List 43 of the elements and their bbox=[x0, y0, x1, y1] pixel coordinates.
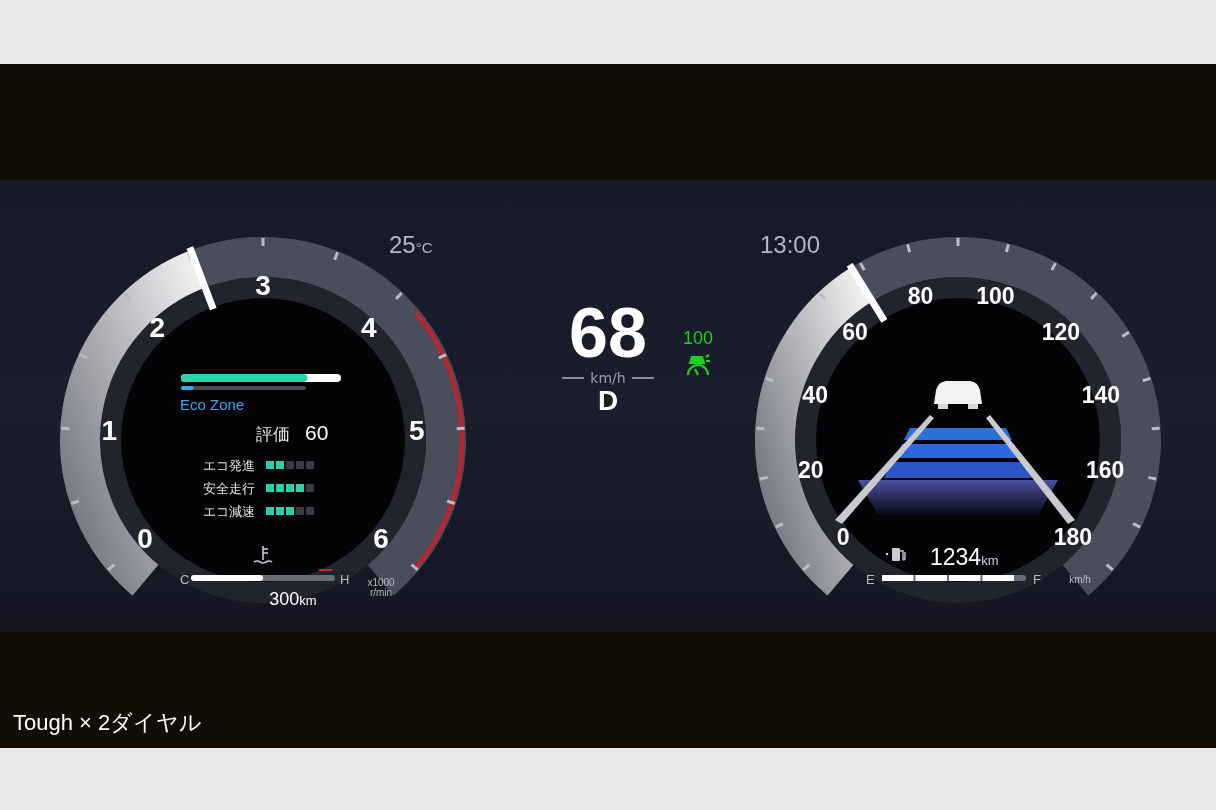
dial-number: 0 bbox=[137, 523, 153, 554]
rpm-unit: r/min bbox=[369, 587, 393, 598]
dial-number: 3 bbox=[255, 270, 271, 301]
speed-needle bbox=[846, 262, 888, 323]
speed-unit: km/h bbox=[590, 370, 626, 386]
dial-number: 160 bbox=[1086, 456, 1125, 483]
rating-label: 安全走行 bbox=[203, 481, 255, 496]
score-label: 評価 bbox=[256, 424, 290, 444]
dial-number: 0 bbox=[836, 524, 850, 551]
coolant-icon bbox=[253, 545, 273, 564]
dial-number: 180 bbox=[1053, 524, 1093, 551]
cold-label: C bbox=[180, 572, 190, 587]
dial-number: 5 bbox=[408, 415, 425, 447]
dial-number: 40 bbox=[802, 382, 828, 409]
dial-number: 20 bbox=[798, 456, 824, 483]
dial-number: 140 bbox=[1081, 382, 1120, 409]
fuel-icon bbox=[885, 548, 906, 561]
dial-number: 120 bbox=[1041, 318, 1081, 345]
score-value: 60 bbox=[305, 421, 329, 444]
rating-label: エコ発進 bbox=[203, 458, 255, 473]
rpm-needle bbox=[186, 246, 217, 311]
dial-number: 2 bbox=[149, 312, 166, 343]
outside-temperature: 25°C bbox=[389, 231, 433, 258]
empty-label: E bbox=[866, 572, 875, 587]
dial-number: 80 bbox=[907, 282, 934, 309]
dial-number: 100 bbox=[976, 282, 1015, 309]
cruise-set-speed: 100 bbox=[683, 328, 714, 349]
dial-number: 4 bbox=[360, 312, 377, 343]
range-value: 300km bbox=[269, 589, 317, 609]
fuel-range: 1234km bbox=[930, 544, 999, 570]
rating-label: エコ減速 bbox=[203, 504, 255, 519]
full-label: F bbox=[1033, 572, 1041, 587]
gear-indicator: D bbox=[597, 386, 619, 417]
dial-number: 6 bbox=[373, 523, 389, 554]
eco-zone-label: Eco Zone bbox=[180, 396, 245, 413]
speed-value: 68 bbox=[569, 298, 647, 368]
clock: 13:00 bbox=[760, 231, 821, 258]
caption: Tough × 2ダイヤル bbox=[13, 709, 203, 737]
speed-unit: km/h bbox=[1069, 574, 1091, 585]
dial-number: 60 bbox=[842, 318, 868, 345]
hot-label: H bbox=[340, 572, 350, 587]
rpm-unit: x1000 bbox=[367, 577, 395, 588]
dial-number: 1 bbox=[101, 415, 118, 447]
